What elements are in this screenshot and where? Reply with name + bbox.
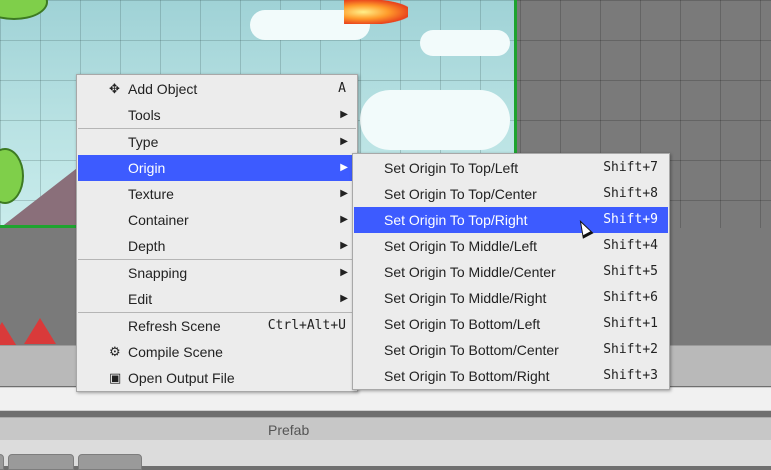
prefab-bar: Prefab xyxy=(0,417,771,441)
submenu-item-shortcut: Shift+8 xyxy=(603,186,658,201)
menu-item-type[interactable]: Type ▶ xyxy=(78,129,356,155)
menu-item-edit[interactable]: Edit ▶ xyxy=(78,286,356,312)
prefab-thumb[interactable] xyxy=(78,454,142,470)
submenu-item-middle-left[interactable]: Set Origin To Middle/Left Shift+4 xyxy=(354,233,668,259)
menu-item-snapping[interactable]: Snapping ▶ xyxy=(78,260,356,286)
menu-item-texture[interactable]: Texture ▶ xyxy=(78,181,356,207)
prefab-label: Prefab xyxy=(268,422,310,438)
submenu-item-middle-right[interactable]: Set Origin To Middle/Right Shift+6 xyxy=(354,285,668,311)
submenu-arrow-icon: ▶ xyxy=(340,162,348,173)
menu-item-label: Container xyxy=(128,212,189,228)
submenu-item-shortcut: Shift+5 xyxy=(603,264,658,279)
menu-item-label: Depth xyxy=(128,238,166,254)
menu-item-compile-scene[interactable]: ⚙ Compile Scene xyxy=(78,339,356,365)
prefab-thumb[interactable] xyxy=(8,454,74,470)
submenu-item-shortcut: Shift+9 xyxy=(603,212,658,227)
menu-item-label: Open Output File xyxy=(128,370,235,386)
submenu-item-label: Set Origin To Bottom/Right xyxy=(384,368,550,384)
menu-item-depth[interactable]: Depth ▶ xyxy=(78,233,356,259)
submenu-item-top-right[interactable]: Set Origin To Top/Right Shift+9 xyxy=(354,207,668,233)
red-sprite[interactable] xyxy=(24,318,56,344)
submenu-arrow-icon: ▶ xyxy=(340,293,348,304)
menu-item-shortcut: Ctrl+Alt+U xyxy=(267,318,346,333)
submenu-item-label: Set Origin To Top/Left xyxy=(384,160,519,176)
file-image-icon: ▣ xyxy=(109,370,122,385)
submenu-item-bottom-center[interactable]: Set Origin To Bottom/Center Shift+2 xyxy=(354,337,668,363)
submenu-item-label: Set Origin To Top/Center xyxy=(384,186,537,202)
prefab-thumb[interactable] xyxy=(0,454,4,470)
submenu-arrow-icon: ▶ xyxy=(340,240,348,251)
submenu-arrow-icon: ▶ xyxy=(340,109,348,120)
submenu-item-label: Set Origin To Top/Right xyxy=(384,212,528,228)
menu-item-label: Tools xyxy=(128,107,161,123)
plus-move-icon: ✥ xyxy=(109,81,120,96)
submenu-item-bottom-left[interactable]: Set Origin To Bottom/Left Shift+1 xyxy=(354,311,668,337)
menu-item-label: Origin xyxy=(128,160,166,176)
menu-item-label: Texture xyxy=(128,186,174,202)
context-menu: ✥ Add Object A Tools ▶ Type ▶ Origin ▶ T… xyxy=(76,74,358,392)
menu-item-label: Refresh Scene xyxy=(128,318,221,334)
gear-icon: ⚙ xyxy=(109,344,121,359)
menu-item-tools[interactable]: Tools ▶ xyxy=(78,102,356,128)
submenu-item-shortcut: Shift+6 xyxy=(603,290,658,305)
submenu-item-shortcut: Shift+4 xyxy=(603,238,658,253)
submenu-item-top-left[interactable]: Set Origin To Top/Left Shift+7 xyxy=(354,155,668,181)
submenu-item-label: Set Origin To Bottom/Center xyxy=(384,342,559,358)
menu-item-label: Compile Scene xyxy=(128,344,223,360)
menu-item-label: Add Object xyxy=(128,81,198,97)
submenu-item-middle-center[interactable]: Set Origin To Middle/Center Shift+5 xyxy=(354,259,668,285)
menu-item-add-object[interactable]: ✥ Add Object A xyxy=(78,76,356,102)
submenu-item-label: Set Origin To Bottom/Left xyxy=(384,316,541,332)
submenu-arrow-icon: ▶ xyxy=(340,267,348,278)
submenu-arrow-icon: ▶ xyxy=(340,214,348,225)
menu-item-open-output-file[interactable]: ▣ Open Output File xyxy=(78,365,356,391)
menu-item-label: Snapping xyxy=(128,265,188,281)
submenu-item-shortcut: Shift+3 xyxy=(603,368,658,383)
submenu-item-label: Set Origin To Middle/Right xyxy=(384,290,547,306)
menu-item-container[interactable]: Container ▶ xyxy=(78,207,356,233)
submenu-item-bottom-right[interactable]: Set Origin To Bottom/Right Shift+3 xyxy=(354,363,668,389)
prefab-thumbnails xyxy=(0,440,771,470)
menu-item-origin[interactable]: Origin ▶ xyxy=(78,155,356,181)
menu-item-label: Type xyxy=(128,134,159,150)
menu-item-refresh-scene[interactable]: Refresh Scene Ctrl+Alt+U xyxy=(78,313,356,339)
origin-submenu: Set Origin To Top/Left Shift+7 Set Origi… xyxy=(352,153,670,390)
submenu-item-shortcut: Shift+1 xyxy=(603,316,658,331)
submenu-item-label: Set Origin To Middle/Left xyxy=(384,238,538,254)
menu-item-shortcut: A xyxy=(338,81,346,96)
menu-item-label: Edit xyxy=(128,291,153,307)
submenu-arrow-icon: ▶ xyxy=(340,136,348,147)
submenu-item-top-center[interactable]: Set Origin To Top/Center Shift+8 xyxy=(354,181,668,207)
submenu-item-label: Set Origin To Middle/Center xyxy=(384,264,556,280)
submenu-arrow-icon: ▶ xyxy=(340,188,348,199)
submenu-item-shortcut: Shift+7 xyxy=(603,160,658,175)
submenu-item-shortcut: Shift+2 xyxy=(603,342,658,357)
